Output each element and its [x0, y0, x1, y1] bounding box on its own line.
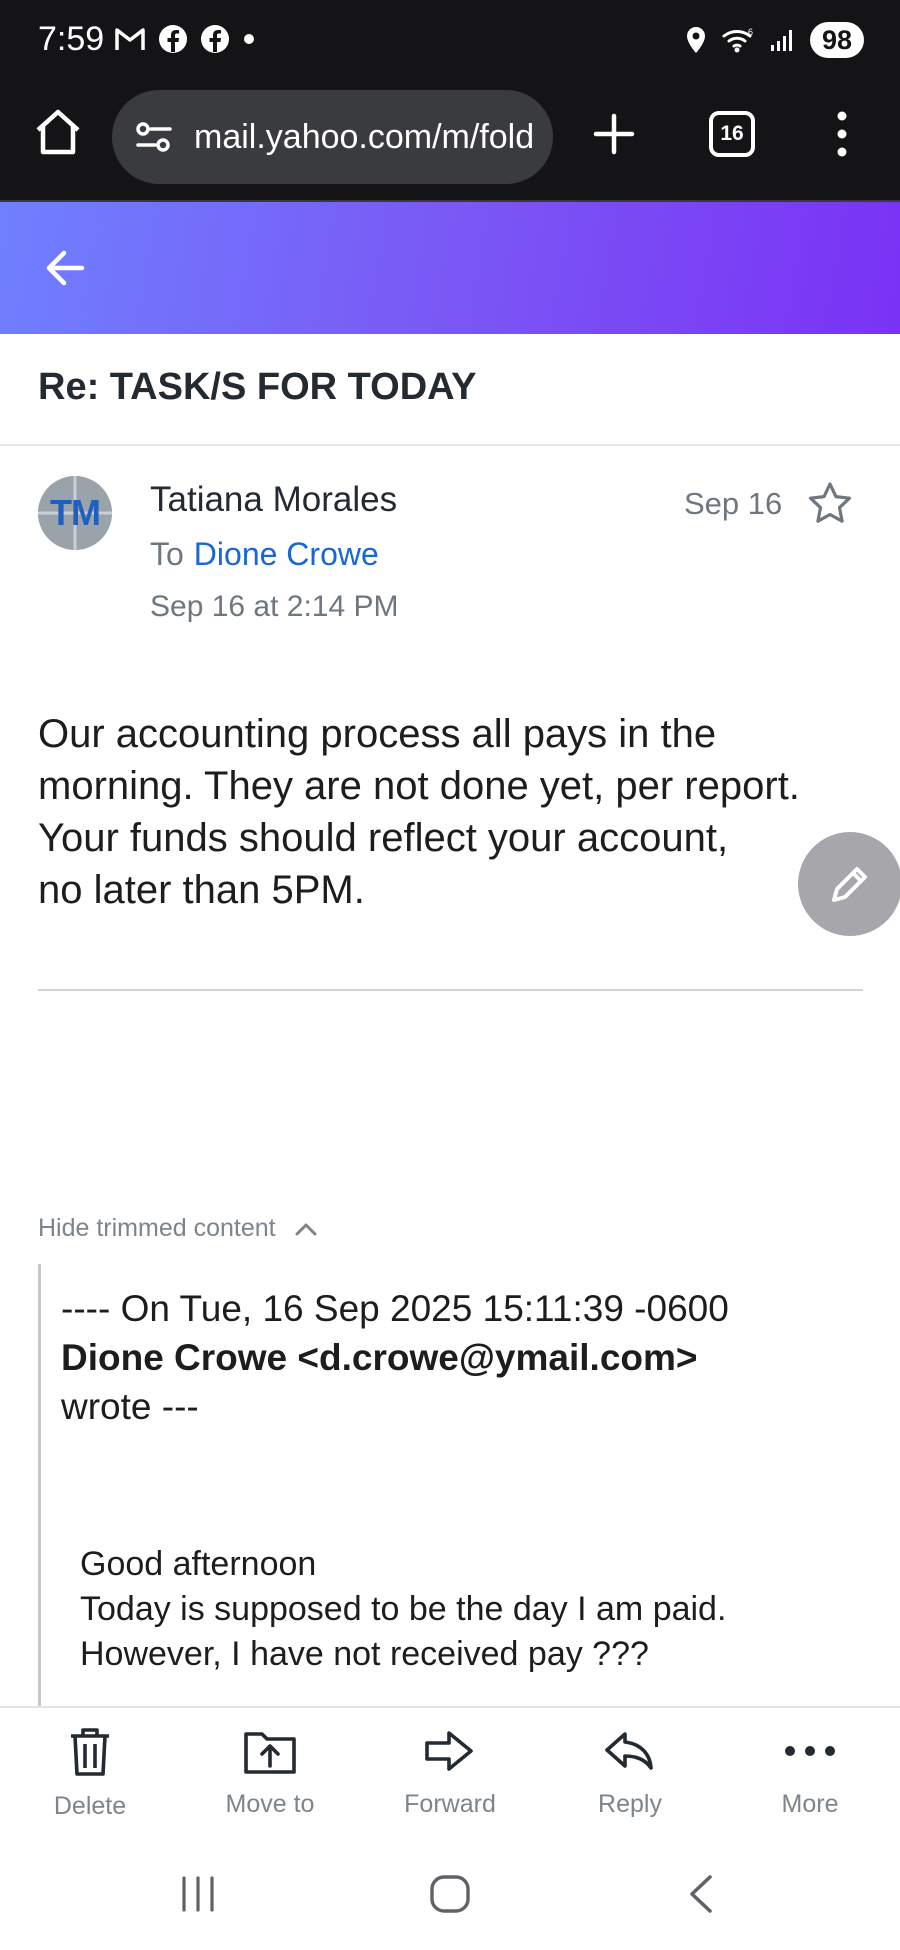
gmail-icon	[115, 28, 145, 50]
quote-line: However, I have not received pay ???	[80, 1635, 649, 1673]
home-nav-icon[interactable]	[428, 1874, 472, 1914]
recent-apps-icon[interactable]	[178, 1874, 218, 1914]
subject-row: Re: TASK/S FOR TODAY	[0, 334, 900, 446]
status-time: 7:59	[38, 20, 105, 58]
move-to-label: Move to	[225, 1790, 315, 1818]
tabs-icon[interactable]: 16	[709, 111, 755, 157]
facebook-icon	[159, 25, 187, 53]
quote-header-sender: Dione Crowe <d.crowe@ymail.com>	[61, 1337, 698, 1378]
browser-toolbar: mail.yahoo.com/m/fold 16	[0, 82, 900, 202]
quoted-message: ---- On Tue, 16 Sep 2025 15:11:39 -0600 …	[38, 1264, 868, 1706]
hide-trimmed-content-toggle[interactable]: Hide trimmed content	[38, 1214, 318, 1243]
more-label: More	[781, 1790, 839, 1818]
site-settings-icon[interactable]	[132, 115, 176, 159]
message-subject: Re: TASK/S FOR TODAY	[38, 366, 477, 408]
pencil-icon	[832, 867, 867, 902]
dot-icon	[244, 34, 254, 44]
facebook-icon	[201, 25, 229, 53]
message-actions-toolbar: Delete Move to Forward Reply More	[0, 1706, 900, 1844]
move-to-folder-icon	[244, 1732, 296, 1774]
recipient-name[interactable]: Dione Crowe	[194, 536, 379, 572]
sent-time: Sep 16 at 2:14 PM	[150, 590, 399, 623]
avatar[interactable]: TM	[38, 476, 112, 550]
svg-text:6: 6	[748, 27, 753, 37]
back-nav-icon[interactable]	[686, 1874, 716, 1914]
quote-body: Good afternoon Today is supposed to be t…	[80, 1542, 726, 1677]
more-button[interactable]: More	[730, 1726, 890, 1819]
wifi-icon: 6	[722, 27, 753, 53]
back-arrow-icon[interactable]	[42, 246, 88, 290]
delete-button[interactable]: Delete	[10, 1726, 170, 1821]
delete-label: Delete	[53, 1792, 127, 1820]
body-line: no later than 5PM.	[38, 868, 365, 912]
url-text: mail.yahoo.com/m/fold	[194, 117, 535, 156]
body-line: Our accounting process all pays in the	[38, 712, 717, 756]
quote-header-date: ---- On Tue, 16 Sep 2025 15:11:39 -0600	[61, 1288, 729, 1329]
notification-icons	[114, 24, 256, 54]
move-to-button[interactable]: Move to	[190, 1726, 350, 1819]
star-icon[interactable]	[806, 480, 854, 528]
trash-icon	[71, 1728, 109, 1776]
signal-icon	[770, 30, 792, 51]
system-navigation-bar	[0, 1844, 900, 1950]
body-divider	[38, 989, 863, 991]
forward-button[interactable]: Forward	[370, 1726, 530, 1819]
compose-button[interactable]	[798, 832, 900, 936]
status-bar: 7:59 6 98	[0, 0, 900, 82]
reply-arrow-icon	[605, 1732, 653, 1770]
forward-arrow-icon	[425, 1731, 473, 1771]
quote-line: Good afternoon	[80, 1545, 317, 1583]
hide-trimmed-label: Hide trimmed content	[38, 1214, 276, 1242]
quote-header: ---- On Tue, 16 Sep 2025 15:11:39 -0600 …	[61, 1284, 729, 1431]
location-icon	[686, 27, 705, 53]
system-status-icons: 6 98	[684, 22, 864, 58]
quote-header-wrote: wrote ---	[61, 1386, 199, 1427]
body-line: morning. They are not done yet, per repo…	[38, 764, 800, 808]
overflow-menu-icon[interactable]	[828, 108, 856, 160]
new-tab-plus-icon[interactable]	[592, 112, 636, 156]
reply-label: Reply	[598, 1790, 662, 1818]
forward-label: Forward	[404, 1790, 496, 1818]
reply-button[interactable]: Reply	[550, 1726, 710, 1819]
sender-name[interactable]: Tatiana Morales	[150, 480, 397, 520]
recipient-line: To Dione Crowe	[150, 536, 379, 573]
more-dots-icon	[785, 1746, 835, 1756]
body-line: Your funds should reflect your account,	[38, 816, 729, 860]
mail-header	[0, 202, 900, 334]
quote-line: Today is supposed to be the day I am pai…	[80, 1590, 727, 1628]
chevron-up-icon	[295, 1223, 317, 1235]
message-body: Our accounting process all pays in the m…	[38, 708, 868, 916]
to-label: To	[150, 536, 184, 572]
message-date: Sep 16	[684, 486, 783, 521]
address-bar[interactable]: mail.yahoo.com/m/fold	[112, 90, 553, 184]
avatar-initials: TM	[50, 492, 101, 533]
battery-level: 98	[809, 22, 864, 58]
home-icon[interactable]	[32, 106, 84, 158]
